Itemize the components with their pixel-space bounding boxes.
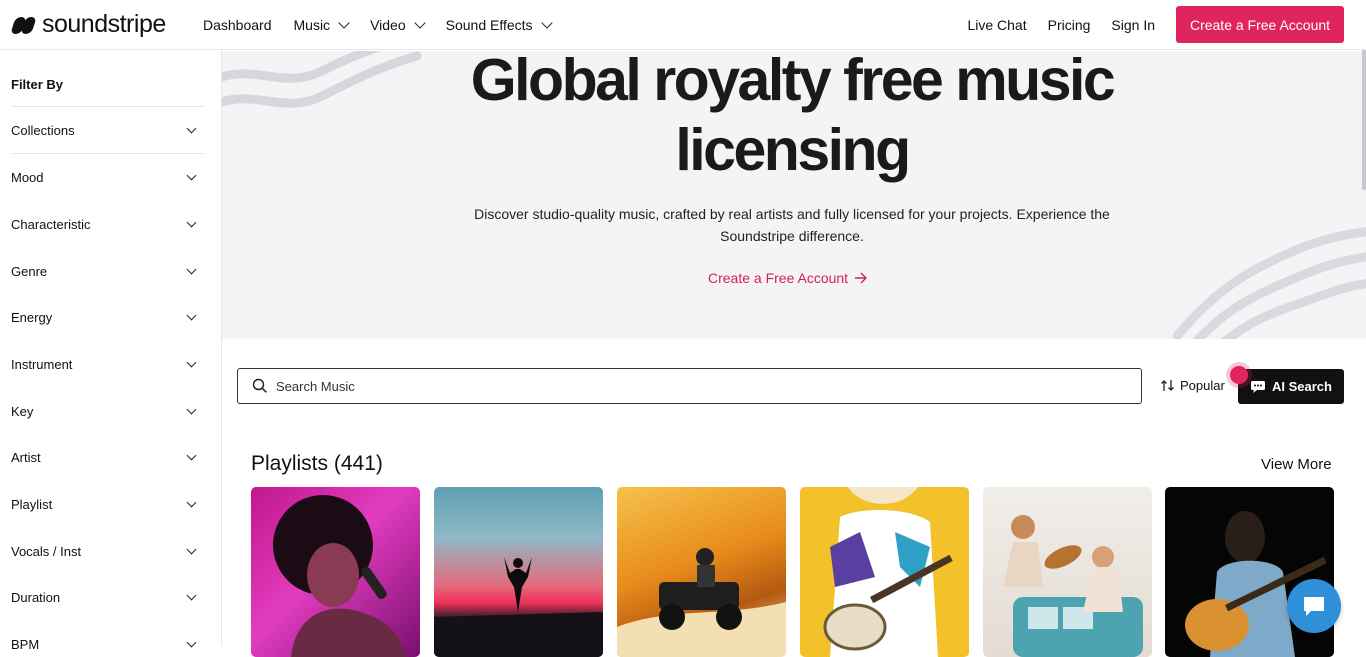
hero-create-account-link[interactable]: Create a Free Account <box>708 270 868 286</box>
playlist-card-atv[interactable] <box>617 487 786 657</box>
sign-in-link[interactable]: Sign In <box>1111 17 1155 33</box>
filter-vocals-inst[interactable]: Vocals / Inst <box>11 544 201 559</box>
search-icon <box>252 378 267 393</box>
filter-energy[interactable]: Energy <box>11 310 201 325</box>
filter-label: Artist <box>11 450 41 465</box>
playlist-image <box>617 548 786 657</box>
chevron-down-icon <box>186 544 197 555</box>
logo-text: soundstripe <box>42 10 166 38</box>
filter-label: Mood <box>11 170 44 185</box>
filter-key[interactable]: Key <box>11 404 201 419</box>
nav-sound-effects[interactable]: Sound Effects <box>445 17 553 33</box>
playlist-card-singer[interactable] <box>251 487 420 657</box>
chevron-down-icon <box>186 497 197 508</box>
filter-label: Characteristic <box>11 217 91 232</box>
filter-label: Collections <box>11 123 75 138</box>
chevron-down-icon <box>186 404 197 415</box>
nav-music[interactable]: Music <box>293 17 350 33</box>
chevron-down-icon <box>540 17 553 29</box>
filter-instrument[interactable]: Instrument <box>11 357 201 372</box>
filter-label: Duration <box>11 590 61 605</box>
chat-bubble-icon <box>1304 597 1324 616</box>
ai-chat-icon <box>1251 380 1265 393</box>
filter-collections[interactable]: Collections <box>11 123 201 138</box>
playlist-image <box>1003 515 1143 657</box>
playlist-card-van[interactable] <box>983 487 1152 657</box>
chevron-down-icon <box>186 357 197 368</box>
sort-dropdown[interactable]: Popular <box>1160 378 1225 393</box>
filter-label: Playlist <box>11 497 53 512</box>
filter-playlist[interactable]: Playlist <box>11 497 201 512</box>
live-chat-button[interactable] <box>1287 579 1341 633</box>
chevron-down-icon <box>338 17 350 29</box>
chevron-down-icon <box>186 217 197 228</box>
filter-label: Instrument <box>11 357 73 372</box>
filter-sidebar: Filter By Collections Mood Characteristi… <box>0 51 222 652</box>
playlist-image <box>823 487 953 657</box>
notification-dot <box>1230 366 1248 384</box>
create-account-button[interactable]: Create a Free Account <box>1176 6 1344 43</box>
nav-right: Live Chat Pricing Sign In Create a Free … <box>967 6 1344 43</box>
chevron-down-icon <box>186 170 197 181</box>
chevron-down-icon <box>186 123 197 134</box>
filter-label: BPM <box>11 637 40 652</box>
chevron-down-icon <box>186 450 197 461</box>
main-nav: Dashboard Music Video Sound Effects <box>203 0 573 50</box>
hero-description: Discover studio-quality music, crafted b… <box>474 206 1110 244</box>
filter-label: Genre <box>11 264 48 279</box>
divider <box>11 153 204 154</box>
chevron-down-icon <box>186 590 197 601</box>
filter-characteristic[interactable]: Characteristic <box>11 217 201 232</box>
chevron-down-icon <box>186 264 197 275</box>
search-bar[interactable] <box>237 368 1142 404</box>
chevron-down-icon <box>186 310 197 321</box>
filter-duration[interactable]: Duration <box>11 590 201 605</box>
filter-label: Energy <box>11 310 53 325</box>
filter-genre[interactable]: Genre <box>11 264 201 279</box>
hero-title-line2: licensing <box>675 117 911 183</box>
logo-mark-icon <box>10 14 37 36</box>
search-input[interactable] <box>276 378 1076 394</box>
hero-cta-label: Create a Free Account <box>708 270 849 286</box>
chevron-down-icon <box>413 17 426 29</box>
sort-label: Popular <box>1180 378 1225 393</box>
sort-icon <box>1161 380 1174 391</box>
ai-search-label: AI Search <box>1272 379 1332 394</box>
pricing-link[interactable]: Pricing <box>1048 17 1091 33</box>
top-navigation: soundstripe Dashboard Music Video Sound … <box>0 0 1366 50</box>
playlist-image <box>434 557 603 657</box>
nav-sound-effects-label: Sound Effects <box>445 17 533 33</box>
playlists-heading: Playlists (441) <box>251 452 383 475</box>
divider <box>11 106 204 107</box>
nav-music-label: Music <box>293 17 331 33</box>
view-more-link[interactable]: View More <box>1261 456 1332 473</box>
filter-mood[interactable]: Mood <box>11 170 201 185</box>
nav-video[interactable]: Video <box>370 17 426 33</box>
hero-title-line1: Global royalty free music <box>470 51 1116 113</box>
hero-banner: Global royalty free music licensing Disc… <box>222 51 1366 339</box>
filter-by-heading: Filter By <box>11 77 64 92</box>
filter-label: Vocals / Inst <box>11 544 82 559</box>
playlist-card-sunset[interactable] <box>434 487 603 657</box>
nav-video-label: Video <box>370 17 406 33</box>
filter-artist[interactable]: Artist <box>11 450 201 465</box>
filter-bpm[interactable]: BPM <box>11 637 201 652</box>
playlist-card-ukulele[interactable] <box>800 487 969 657</box>
nav-dashboard[interactable]: Dashboard <box>203 17 272 33</box>
soundstripe-logo[interactable]: soundstripe <box>10 10 166 39</box>
playlist-image <box>273 495 406 657</box>
nav-dashboard-label: Dashboard <box>203 17 272 33</box>
ai-search-button[interactable]: AI Search <box>1238 369 1344 404</box>
arrow-right-icon <box>855 272 868 284</box>
live-chat-link[interactable]: Live Chat <box>967 17 1026 33</box>
filter-label: Key <box>11 404 34 419</box>
